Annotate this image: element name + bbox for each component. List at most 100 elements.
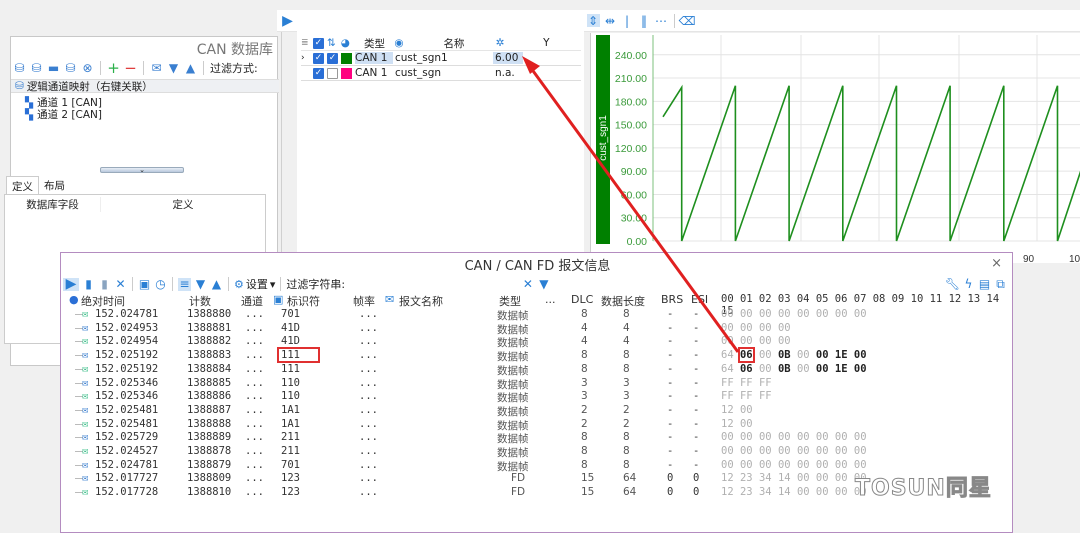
more-icon[interactable]: ⋯ bbox=[655, 14, 668, 27]
play-icon[interactable]: ▶ bbox=[281, 14, 294, 28]
database-save-icon[interactable]: ⛁ bbox=[64, 62, 77, 75]
data-byte: 00 bbox=[777, 445, 791, 457]
cell-data: 00 00 00 00 00 00 00 00 bbox=[721, 308, 867, 320]
cursor-horizontal-icon[interactable]: ⇹ bbox=[604, 14, 617, 27]
column-header-dlc[interactable]: DLC bbox=[571, 293, 593, 306]
settings-dropdown[interactable]: ⚙ 设置 ▾ bbox=[234, 276, 275, 292]
cell-ch: ... bbox=[245, 486, 264, 499]
rx-message-icon: ✉ bbox=[82, 308, 89, 320]
clear-filter-icon[interactable]: ✕ bbox=[521, 278, 534, 291]
message-row[interactable]: ✉ 152.024954 1388882... 41D... 数据帧 4 4- -00 00 … bbox=[67, 335, 1011, 349]
add-icon[interactable]: + bbox=[107, 60, 120, 75]
dialog-title: CAN / CAN FD 报文信息 bbox=[464, 258, 611, 274]
play-icon[interactable]: ▶ bbox=[63, 277, 79, 291]
select-all-checkbox[interactable]: ✓ bbox=[312, 37, 324, 49]
copy-icon[interactable]: ▮ bbox=[82, 278, 95, 291]
tab-layout[interactable]: 布局 bbox=[39, 176, 70, 196]
toolbar-separator bbox=[280, 277, 282, 291]
filter-icon[interactable]: ▼ bbox=[537, 278, 550, 291]
move-down-icon[interactable]: ▼ bbox=[194, 278, 207, 291]
cursor-single-icon[interactable]: | bbox=[621, 14, 634, 27]
close-button[interactable]: × bbox=[991, 256, 1002, 271]
signal-row[interactable]: › ✓ ✓ CAN 1 cust_sgn1 6.00 bbox=[301, 51, 581, 66]
column-header-more[interactable]: ... bbox=[545, 293, 556, 306]
clock-icon[interactable]: ◷ bbox=[154, 278, 167, 291]
remove-icon[interactable]: − bbox=[124, 60, 137, 75]
message-row[interactable]: ✉ 152.024527 1388878... 211... 数据帧 8 8- -00 00 … bbox=[67, 445, 1011, 459]
sort-list-icon[interactable]: ≡ bbox=[178, 277, 191, 291]
data-byte: 00 bbox=[739, 321, 753, 334]
column-header-type[interactable]: 类型 bbox=[355, 36, 395, 51]
message-row[interactable]: ✉ 152.025346 1388885... 110... 数据帧 3 3- - FF FF … bbox=[67, 377, 1011, 391]
eraser-icon[interactable]: ⌫ bbox=[679, 14, 696, 27]
database-edit-icon[interactable]: ⛁ bbox=[30, 62, 43, 75]
column-header-y[interactable]: Y bbox=[512, 37, 582, 49]
remove-circle-icon[interactable]: ⊗ bbox=[81, 62, 94, 75]
column-header-id[interactable]: 标识符 bbox=[287, 293, 320, 309]
cell-ch: ... bbox=[245, 362, 264, 375]
cell-len: 3 bbox=[623, 390, 630, 403]
message-row[interactable]: ✉ 152.025346 1388886... 110... 数据帧 3 3- - FF FF … bbox=[67, 390, 1011, 404]
sort-icon[interactable]: ⇅ bbox=[327, 37, 341, 49]
window-icon[interactable]: ▣ bbox=[138, 278, 151, 291]
color-swatch[interactable] bbox=[341, 67, 352, 79]
message-row[interactable]: ✉ 152.024781 1388880... 701... 数据帧 8 8- -00 00 … bbox=[67, 308, 1011, 322]
cell-esi: - bbox=[693, 321, 700, 334]
wrench-icon[interactable]: 🔧︎ bbox=[945, 278, 960, 291]
filter-mode-label: 过滤方式: bbox=[210, 62, 258, 75]
y-tick-label: 60.00 bbox=[621, 189, 647, 201]
move-down-icon[interactable]: ▼ bbox=[167, 62, 180, 75]
data-byte: 00 bbox=[796, 349, 810, 362]
message-row[interactable]: ✉ 152.025192 1388884... 111... 数据帧 8 8- -64 06 … bbox=[67, 363, 1011, 377]
message-row[interactable]: ✉ 152.025481 1388888... 1A1... 数据帧 2 2- -12 00 bbox=[67, 418, 1011, 432]
data-byte: 00 bbox=[758, 349, 772, 362]
data-byte: 00 bbox=[777, 335, 791, 348]
column-header-message-name[interactable]: 报文名称 bbox=[399, 293, 443, 309]
select-checkbox[interactable]: ✓ bbox=[327, 52, 338, 64]
select-checkbox[interactable] bbox=[327, 67, 338, 79]
signal-row[interactable]: ✓ CAN 1 cust_sgn n.a. bbox=[301, 66, 581, 81]
visible-checkbox[interactable]: ✓ bbox=[313, 67, 324, 79]
database-add-icon[interactable]: ⛁ bbox=[13, 62, 26, 75]
cell-data: 00 00 00 00 bbox=[721, 335, 791, 347]
column-header-channel[interactable]: 通道 bbox=[241, 293, 263, 309]
cursor-double-icon[interactable]: ‖ bbox=[638, 14, 651, 27]
column-header-time[interactable]: 绝对时间 bbox=[81, 293, 125, 309]
column-header-count[interactable]: 计数 bbox=[189, 293, 211, 309]
window-close-icon[interactable]: ▤ bbox=[978, 278, 991, 291]
message-icon[interactable]: ✉ bbox=[150, 62, 163, 75]
move-up-icon[interactable]: ▲ bbox=[210, 278, 223, 291]
message-row[interactable]: ✉ 152.025192 1388883... 111... 数据帧 8 8- -64 06 … bbox=[67, 347, 1011, 364]
move-up-icon[interactable]: ▲ bbox=[184, 62, 197, 75]
paste-icon[interactable]: ▮ bbox=[98, 278, 111, 291]
column-header-brs[interactable]: BRS bbox=[661, 293, 683, 306]
cell-dlc: 8 bbox=[581, 362, 588, 375]
column-header-name[interactable]: 名称 bbox=[412, 36, 495, 51]
column-header-rate[interactable]: 帧率 bbox=[353, 293, 375, 309]
cell-count: 1388887 bbox=[187, 403, 232, 416]
tree-root[interactable]: ⛁ 逻辑通道映射（右键关联） bbox=[11, 79, 279, 93]
column-header-type[interactable]: 类型 bbox=[499, 293, 521, 309]
clear-icon[interactable]: ✕ bbox=[114, 278, 127, 291]
visible-checkbox[interactable]: ✓ bbox=[313, 52, 324, 64]
flash-icon[interactable]: ϟ bbox=[962, 278, 975, 291]
color-icon[interactable]: ◕ bbox=[341, 37, 355, 49]
popout-icon[interactable]: ⧉ bbox=[994, 278, 1007, 291]
column-header-db-field[interactable]: 数据库字段 bbox=[5, 196, 101, 212]
cell-rate: ... bbox=[359, 376, 378, 389]
cell-time: 152.025192 bbox=[95, 362, 159, 375]
message-row[interactable]: ✉ 152.025729 1388889... 211... 数据帧 8 8- -00 00 … bbox=[67, 431, 1011, 445]
column-header-esi[interactable]: ESI bbox=[691, 293, 708, 306]
panel-splitter[interactable]: ⌄ bbox=[100, 167, 184, 174]
folder-open-icon[interactable]: ▬ bbox=[47, 62, 60, 75]
color-swatch[interactable] bbox=[341, 52, 352, 64]
cell-len: 8 bbox=[623, 308, 630, 320]
message-row[interactable]: ✉ 152.024953 1388881... 41D... 数据帧 4 4- -00 00 … bbox=[67, 322, 1011, 336]
tree-item-channel-2[interactable]: ▚ 通道 2 [CAN] bbox=[25, 107, 102, 122]
cursor-vertical-icon[interactable]: ⇕ bbox=[586, 14, 600, 27]
signal-chart[interactable]: cust_sgn1 240.00 210.00 180.00 150.00 120.00… bbox=[590, 33, 1080, 265]
column-header-data-length[interactable]: 数据长度 bbox=[601, 293, 645, 309]
tab-definition[interactable]: 定义 bbox=[6, 176, 39, 196]
column-header-definition[interactable]: 定义 bbox=[101, 197, 265, 212]
message-row[interactable]: ✉ 152.025481 1388887... 1A1... 数据帧 2 2- -12 00 bbox=[67, 404, 1011, 418]
